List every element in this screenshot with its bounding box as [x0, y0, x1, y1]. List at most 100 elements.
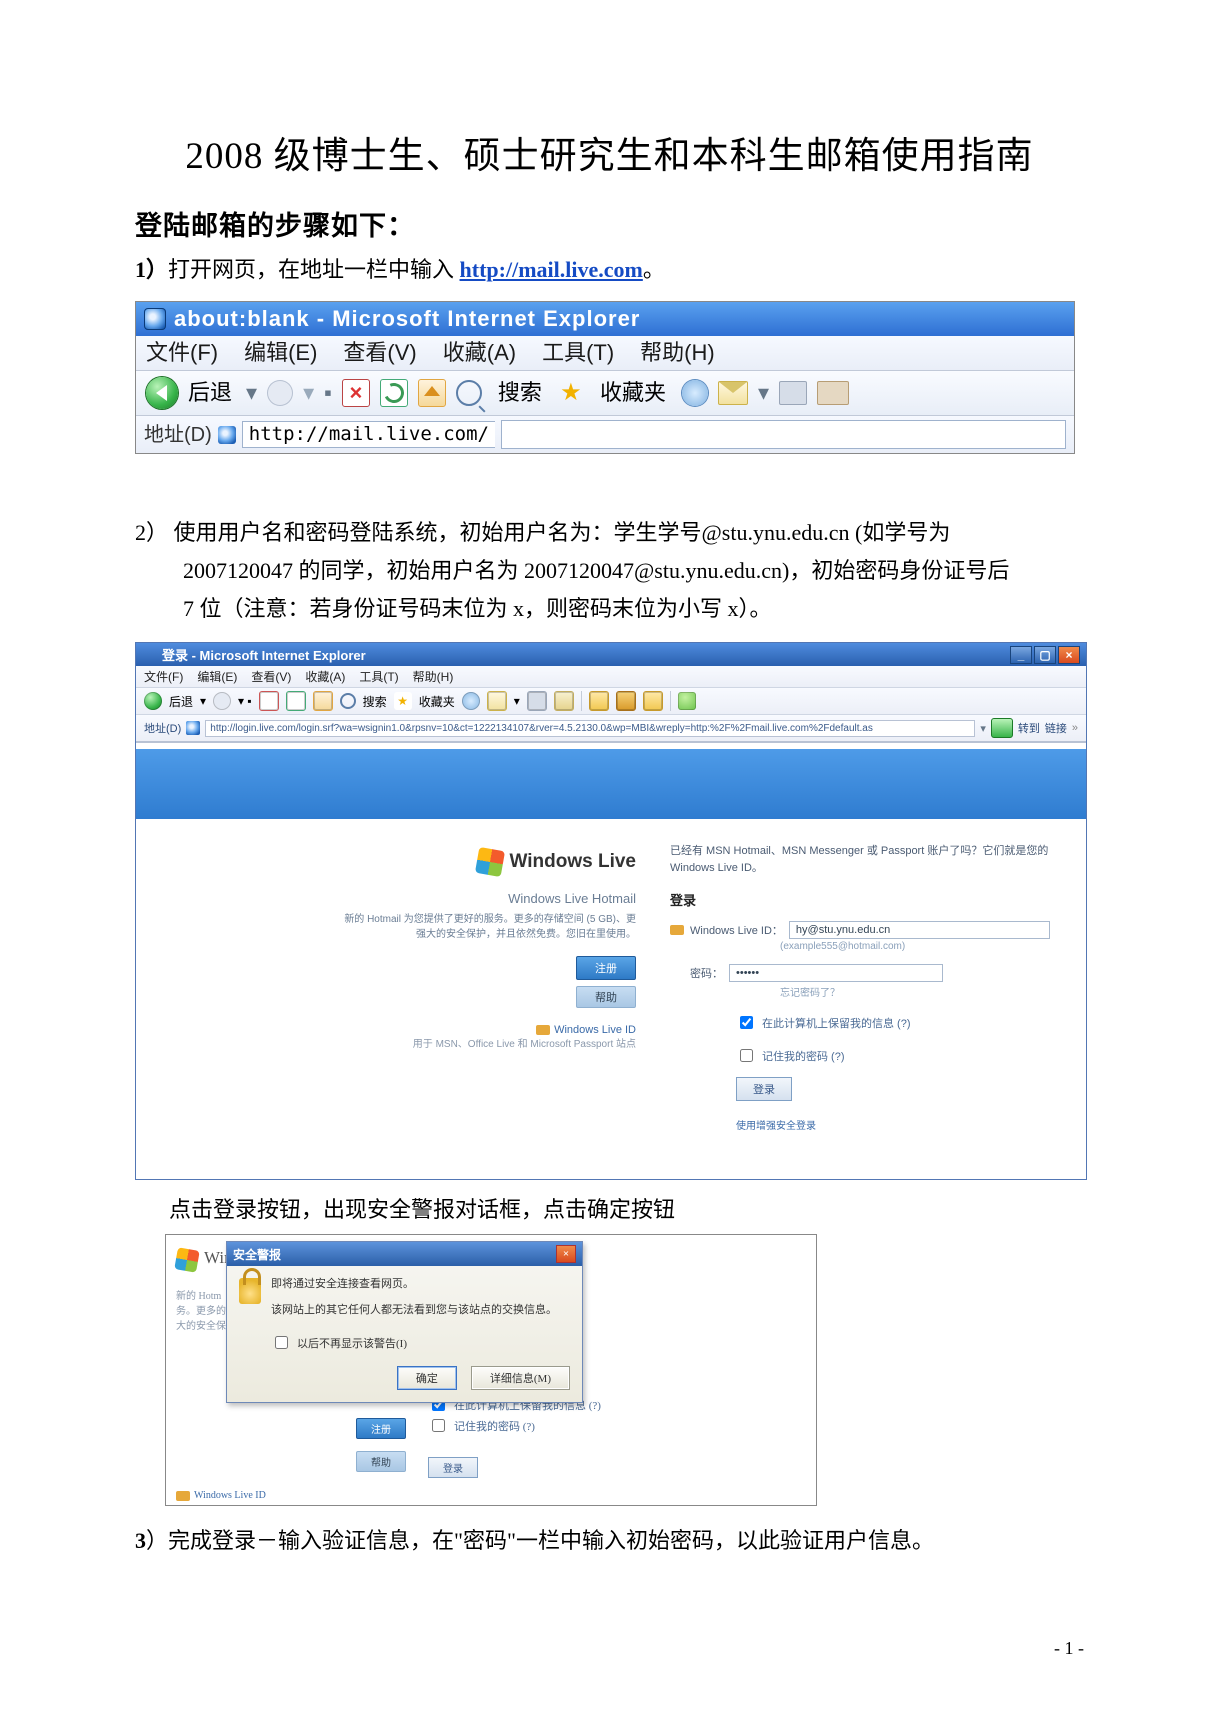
key-icon: [536, 1025, 550, 1035]
home-icon[interactable]: [418, 379, 446, 407]
password-label: 密码：: [690, 965, 723, 981]
forgot-password-link[interactable]: 忘记密码了？: [780, 984, 1050, 999]
folder-icon[interactable]: [589, 691, 609, 711]
step2-num: 2）: [135, 520, 168, 545]
maximize-icon[interactable]: ▢: [1034, 646, 1056, 664]
print-icon[interactable]: [779, 381, 807, 405]
signin-button[interactable]: 登录: [428, 1457, 478, 1478]
search-label[interactable]: 搜索: [498, 382, 542, 404]
back-label[interactable]: 后退: [188, 382, 232, 404]
ie-icon: [142, 648, 156, 662]
enhanced-login-link[interactable]: 使用增强安全登录: [736, 1117, 1050, 1132]
mail-icon[interactable]: [718, 381, 748, 405]
remember-password-label: 记住我的密码 (?): [762, 1048, 845, 1064]
signup-button[interactable]: 注册: [356, 1418, 406, 1439]
history-icon[interactable]: [682, 380, 708, 406]
menu-tools[interactable]: 工具(T): [359, 668, 398, 685]
forward-icon[interactable]: [213, 692, 231, 710]
ie1-title: about:blank - Microsoft Internet Explore…: [174, 308, 640, 330]
home-icon[interactable]: [313, 691, 333, 711]
id-example: (example555@hotmail.com): [780, 941, 1050, 952]
minimize-icon[interactable]: _: [1010, 646, 1032, 664]
ie1-titlebar: about:blank - Microsoft Internet Explore…: [136, 302, 1074, 336]
signin-button[interactable]: 登录: [736, 1077, 792, 1101]
messenger-icon[interactable]: [678, 692, 696, 710]
address-label: 地址(D): [144, 720, 181, 736]
address-input[interactable]: http://login.live.com/login.srf?wa=wsign…: [205, 720, 975, 737]
menu-file[interactable]: 文件(F): [144, 668, 183, 685]
go-label[interactable]: 转到: [1018, 720, 1040, 736]
menu-file[interactable]: 文件(F): [146, 342, 218, 364]
search-icon[interactable]: [456, 380, 482, 406]
live-id-label: Windows Live ID: [194, 1490, 266, 1501]
back-icon[interactable]: [144, 692, 162, 710]
search-label[interactable]: 搜索: [363, 693, 387, 710]
menu-edit[interactable]: 编辑(E): [244, 342, 317, 364]
address-rest[interactable]: [501, 420, 1066, 449]
s2t2: 如学号为: [862, 520, 950, 545]
stop-icon[interactable]: [259, 691, 279, 711]
ok-button[interactable]: 确定: [397, 1366, 457, 1390]
remember-info-checkbox[interactable]: [740, 1016, 753, 1029]
password-input[interactable]: ••••••: [729, 964, 943, 982]
step1-link[interactable]: http://mail.live.com: [460, 257, 643, 282]
suppress-warning-checkbox[interactable]: [275, 1336, 288, 1349]
close-icon[interactable]: ×: [556, 1245, 576, 1263]
dialog-msg1: 即将通过安全连接查看网页。: [271, 1276, 557, 1294]
edit-icon[interactable]: [554, 691, 574, 711]
brand-text: Windows Live: [509, 851, 636, 873]
step-3: 3）完成登录－输入验证信息，在"密码"一栏中输入初始密码，以此验证用户信息。: [135, 1524, 1084, 1558]
s2b3: 2007120047@stu.ynu.edu.cn): [524, 558, 789, 583]
folder2-icon[interactable]: [643, 691, 663, 711]
back-label[interactable]: 后退: [169, 693, 193, 710]
menu-fav[interactable]: 收藏(A): [443, 342, 516, 364]
caption-after-login: 点击登录按钮，出现安全警报对话框，点击确定按钮: [169, 1192, 1084, 1224]
login-heading: 登录: [670, 890, 1050, 909]
refresh-icon[interactable]: [380, 379, 408, 407]
id-input[interactable]: hy@stu.ynu.edu.cn: [789, 921, 1050, 939]
close-icon[interactable]: ×: [1058, 646, 1080, 664]
address-input[interactable]: http://mail.live.com/: [242, 421, 495, 448]
ie2-addressbar: 地址(D) http://login.live.com/login.srf?wa…: [136, 715, 1086, 743]
page-banner: [136, 749, 1086, 819]
remember-password-checkbox[interactable]: [432, 1419, 445, 1432]
help-button[interactable]: 帮助: [356, 1451, 406, 1472]
remember-password-checkbox[interactable]: [740, 1049, 753, 1062]
signup-button[interactable]: 注册: [576, 956, 636, 980]
search-icon[interactable]: [340, 693, 356, 709]
links-label[interactable]: 链接: [1045, 720, 1067, 736]
s2t7: ）。: [739, 596, 772, 621]
print-icon[interactable]: [527, 691, 547, 711]
address-label: 地址(D): [144, 425, 212, 445]
menu-view[interactable]: 查看(V): [343, 342, 416, 364]
remember-password-label: 记住我的密码 (?): [454, 1418, 535, 1434]
forward-icon[interactable]: [267, 380, 293, 406]
menu-edit[interactable]: 编辑(E): [197, 668, 237, 685]
lock-icon: [239, 1278, 261, 1304]
page-number: - 1 -: [1054, 1638, 1084, 1659]
help-button[interactable]: 帮助: [576, 986, 636, 1008]
s2b6: x: [728, 596, 739, 621]
menu-fav[interactable]: 收藏(A): [305, 668, 345, 685]
menu-tools[interactable]: 工具(T): [542, 342, 614, 364]
menu-view[interactable]: 查看(V): [251, 668, 291, 685]
stop-icon[interactable]: ×: [342, 379, 370, 407]
refresh-icon[interactable]: [286, 691, 306, 711]
back-icon[interactable]: [146, 377, 178, 409]
favorites-label[interactable]: 收藏夹: [600, 382, 666, 404]
details-button[interactable]: 详细信息(M): [471, 1366, 570, 1390]
favorites-star-icon[interactable]: ★: [558, 380, 584, 406]
s2b5: x: [513, 596, 524, 621]
favorites-star-icon[interactable]: ★: [394, 692, 412, 710]
favorites-label[interactable]: 收藏夹: [419, 693, 455, 710]
shield-icon[interactable]: [616, 691, 636, 711]
history-icon[interactable]: [462, 692, 480, 710]
mail-icon[interactable]: [487, 691, 507, 711]
go-icon[interactable]: [991, 718, 1013, 738]
edit-icon[interactable]: [817, 381, 849, 405]
ie2-toolbar: 后退▾ ▾ ▪ 搜索 ★ 收藏夹 ▾: [136, 688, 1086, 715]
menu-help[interactable]: 帮助(H): [640, 342, 715, 364]
dialog-title: 安全警报: [233, 1246, 281, 1263]
ie1-addressbar: 地址(D) http://mail.live.com/: [136, 416, 1074, 453]
menu-help[interactable]: 帮助(H): [413, 668, 454, 685]
